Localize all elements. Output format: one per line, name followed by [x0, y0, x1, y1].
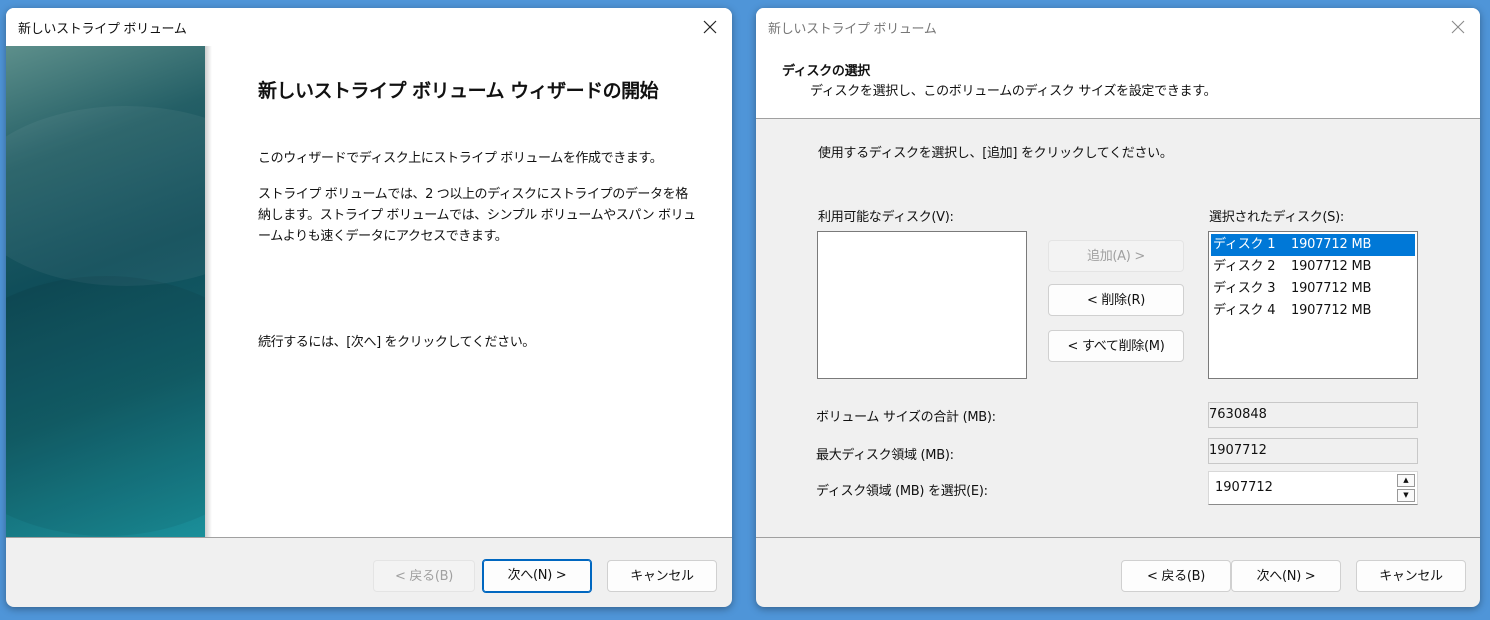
- remove-disk-button[interactable]: < 削除(R): [1048, 284, 1184, 316]
- wizard-banner-image: [6, 46, 286, 537]
- total-size-field: 7630848: [1208, 402, 1418, 428]
- footer-divider: [756, 537, 1480, 538]
- selected-disks-list[interactable]: ディスク 1 1907712 MB ディスク 2 1907712 MB ディスク…: [1208, 231, 1418, 379]
- header-divider: [756, 118, 1480, 119]
- page-subtitle: ディスクを選択し、このボリュームのディスク サイズを設定できます。: [810, 84, 1217, 99]
- title-bar: 新しいストライプ ボリューム: [6, 8, 732, 46]
- disk-space-stepper[interactable]: 1907712 ▲ ▼: [1208, 471, 1418, 505]
- back-button[interactable]: < 戻る(B): [373, 560, 475, 592]
- close-button[interactable]: [688, 8, 732, 46]
- disk-selection-window: 新しいストライプ ボリューム ディスクの選択 ディスクを選択し、このボリュームの…: [756, 8, 1480, 607]
- cancel-button[interactable]: キャンセル: [607, 560, 717, 592]
- continue-text: 続行するには、[次へ] をクリックしてください。: [258, 335, 535, 350]
- spin-buttons: ▲ ▼: [1397, 474, 1415, 502]
- page-header: ディスクの選択 ディスクを選択し、このボリュームのディスク サイズを設定できます…: [756, 46, 1480, 118]
- close-icon: [1451, 20, 1465, 34]
- window-title: 新しいストライプ ボリューム: [768, 22, 937, 37]
- wizard-content: 新しいストライプ ボリューム ウィザードの開始 このウィザードでディスク上にスト…: [212, 46, 732, 537]
- remove-all-disks-button[interactable]: < すべて削除(M): [1048, 330, 1184, 362]
- total-size-label: ボリューム サイズの合計 (MB):: [816, 410, 996, 425]
- close-icon: [703, 20, 717, 34]
- page-title: ディスクの選択: [782, 64, 870, 79]
- spin-up-icon[interactable]: ▲: [1397, 474, 1415, 487]
- footer-divider: [6, 537, 732, 538]
- spin-down-icon[interactable]: ▼: [1397, 489, 1415, 502]
- list-item[interactable]: ディスク 2 1907712 MB: [1211, 256, 1415, 278]
- selected-disks-label: 選択されたディスク(S):: [1209, 210, 1344, 225]
- disk-space-select-label: ディスク領域 (MB) を選択(E):: [816, 484, 988, 499]
- list-item[interactable]: ディスク 3 1907712 MB: [1211, 278, 1415, 300]
- max-disk-space-field: 1907712: [1208, 438, 1418, 464]
- window-title: 新しいストライプ ボリューム: [18, 22, 187, 37]
- available-disks-list[interactable]: [817, 231, 1027, 379]
- cancel-button[interactable]: キャンセル: [1356, 560, 1466, 592]
- next-button[interactable]: 次へ(N) >: [1231, 560, 1341, 592]
- max-disk-space-label: 最大ディスク領域 (MB):: [816, 448, 954, 463]
- list-item[interactable]: ディスク 1 1907712 MB: [1211, 234, 1415, 256]
- available-disks-label: 利用可能なディスク(V):: [818, 210, 954, 225]
- list-item[interactable]: ディスク 4 1907712 MB: [1211, 300, 1415, 322]
- back-button[interactable]: < 戻る(B): [1121, 560, 1231, 592]
- add-disk-button[interactable]: 追加(A) >: [1048, 240, 1184, 272]
- instruction-text: 使用するディスクを選択し、[追加] をクリックしてください。: [818, 146, 1173, 161]
- description-text: ストライプ ボリュームでは、2 つ以上のディスクにストライプのデータを格納します…: [258, 187, 696, 244]
- wizard-welcome-window: 新しいストライプ ボリューム 新しいストライプ ボリューム ウィザードの開始 こ…: [6, 8, 732, 607]
- wizard-heading: 新しいストライプ ボリューム ウィザードの開始: [258, 80, 659, 102]
- disk-space-value[interactable]: 1907712: [1215, 480, 1273, 495]
- close-button[interactable]: [1436, 8, 1480, 46]
- title-bar: 新しいストライプ ボリューム: [756, 8, 1480, 46]
- intro-text: このウィザードでディスク上にストライプ ボリュームを作成できます。: [258, 151, 663, 166]
- next-button[interactable]: 次へ(N) >: [482, 559, 592, 593]
